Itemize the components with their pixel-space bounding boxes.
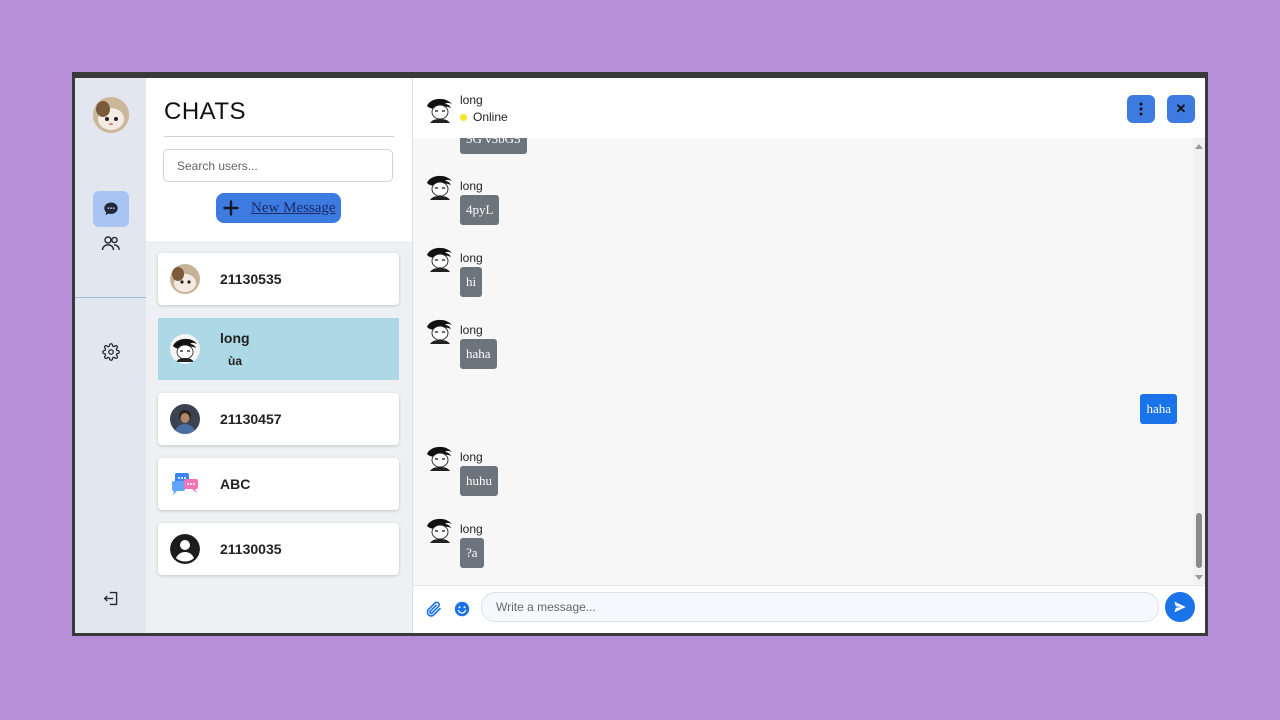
- gear-icon: [102, 343, 120, 361]
- message-bubble: huhu: [460, 466, 498, 496]
- chat-item-long[interactable]: long ùa: [158, 318, 399, 380]
- close-icon: ✕: [1175, 101, 1187, 116]
- smiley-icon[interactable]: [453, 600, 471, 618]
- scroll-down-icon[interactable]: [1195, 575, 1203, 580]
- close-chat-button[interactable]: ✕: [1167, 95, 1195, 123]
- rail-divider: [75, 297, 146, 298]
- message-list: 5G v5bG5 long 4pyL long hi long haha hah…: [413, 138, 1205, 584]
- logout-button[interactable]: [93, 580, 129, 616]
- more-options-button[interactable]: [1127, 95, 1155, 123]
- chat-item-21130457[interactable]: 21130457: [158, 393, 399, 445]
- contact-name: long: [460, 93, 483, 107]
- chat-last-message: ùa: [228, 354, 243, 368]
- chat-item-21130035[interactable]: 21130035: [158, 523, 399, 575]
- send-button[interactable]: [1165, 592, 1195, 622]
- send-arrow-icon: [1174, 601, 1186, 613]
- contact-status: Online: [460, 110, 508, 124]
- my-avatar[interactable]: [93, 97, 129, 133]
- message-bubble: haha: [460, 339, 497, 369]
- scroll-up-icon[interactable]: [1195, 144, 1203, 149]
- sender-name: long: [460, 522, 483, 536]
- chat-avatar-sketch: [170, 334, 200, 364]
- settings-button[interactable]: [93, 334, 129, 370]
- chats-panel: CHATS New Message 2113: [146, 78, 412, 633]
- chat-app: CHATS New Message 2113: [75, 78, 1205, 633]
- paperclip-icon[interactable]: [425, 600, 443, 618]
- sender-name: long: [460, 251, 483, 265]
- logout-icon: [103, 591, 117, 605]
- new-message-button[interactable]: New Message: [216, 193, 341, 223]
- message-scrollbar[interactable]: [1193, 138, 1205, 584]
- chat-name: 21130457: [220, 411, 282, 427]
- chat-name: ABC: [220, 476, 251, 492]
- message-bubble: hi: [460, 267, 483, 297]
- nav-users-button[interactable]: [93, 226, 129, 262]
- chat-item-21130535[interactable]: 21130535: [158, 253, 399, 305]
- message-bubble: 4pyL: [460, 195, 500, 225]
- plus-icon: [223, 200, 239, 216]
- online-dot-icon: [460, 113, 467, 121]
- app-window: CHATS New Message 2113: [72, 72, 1208, 636]
- sender-avatar: [427, 518, 452, 543]
- sender-name: long: [460, 323, 483, 337]
- sender-avatar: [427, 319, 452, 344]
- icon-rail: [75, 78, 146, 633]
- chat-item-abc[interactable]: ABC: [158, 458, 399, 510]
- conversation-header: long Online ✕: [413, 78, 1205, 138]
- nav-chats-button[interactable]: [93, 191, 129, 227]
- chat-avatar-photo: [170, 404, 200, 434]
- message-bubble: 5G v5bG5: [460, 138, 527, 154]
- scroll-thumb[interactable]: [1196, 513, 1202, 568]
- sender-name: long: [460, 179, 483, 193]
- message-composer: [413, 585, 1205, 633]
- sender-avatar: [427, 175, 452, 200]
- users-icon: [101, 236, 120, 251]
- contact-avatar[interactable]: [425, 94, 455, 124]
- new-message-label: New Message: [251, 199, 336, 216]
- chat-name: 21130535: [220, 271, 282, 287]
- outgoing-message-bubble: haha: [1140, 394, 1177, 424]
- chats-title: CHATS: [164, 98, 247, 125]
- status-text: Online: [473, 110, 508, 124]
- title-divider: [164, 136, 394, 137]
- search-users-input[interactable]: [163, 149, 393, 182]
- group-chat-icon: [170, 469, 200, 499]
- sender-avatar: [427, 446, 452, 471]
- chat-bubble-icon: [104, 202, 118, 215]
- chat-avatar-cat: [170, 264, 200, 294]
- message-input[interactable]: [481, 592, 1159, 622]
- chat-name: long: [220, 330, 250, 346]
- more-vertical-icon: [1139, 102, 1143, 116]
- message-bubble: ?a: [460, 538, 484, 568]
- conversation-panel: long Online ✕ 5G v5bG5 long 4pyL long hi…: [412, 78, 1205, 633]
- chat-name: 21130035: [220, 541, 282, 557]
- sender-name: long: [460, 450, 483, 464]
- chats-header: CHATS New Message: [146, 78, 412, 241]
- sender-avatar: [427, 247, 452, 272]
- default-user-icon: [170, 534, 200, 564]
